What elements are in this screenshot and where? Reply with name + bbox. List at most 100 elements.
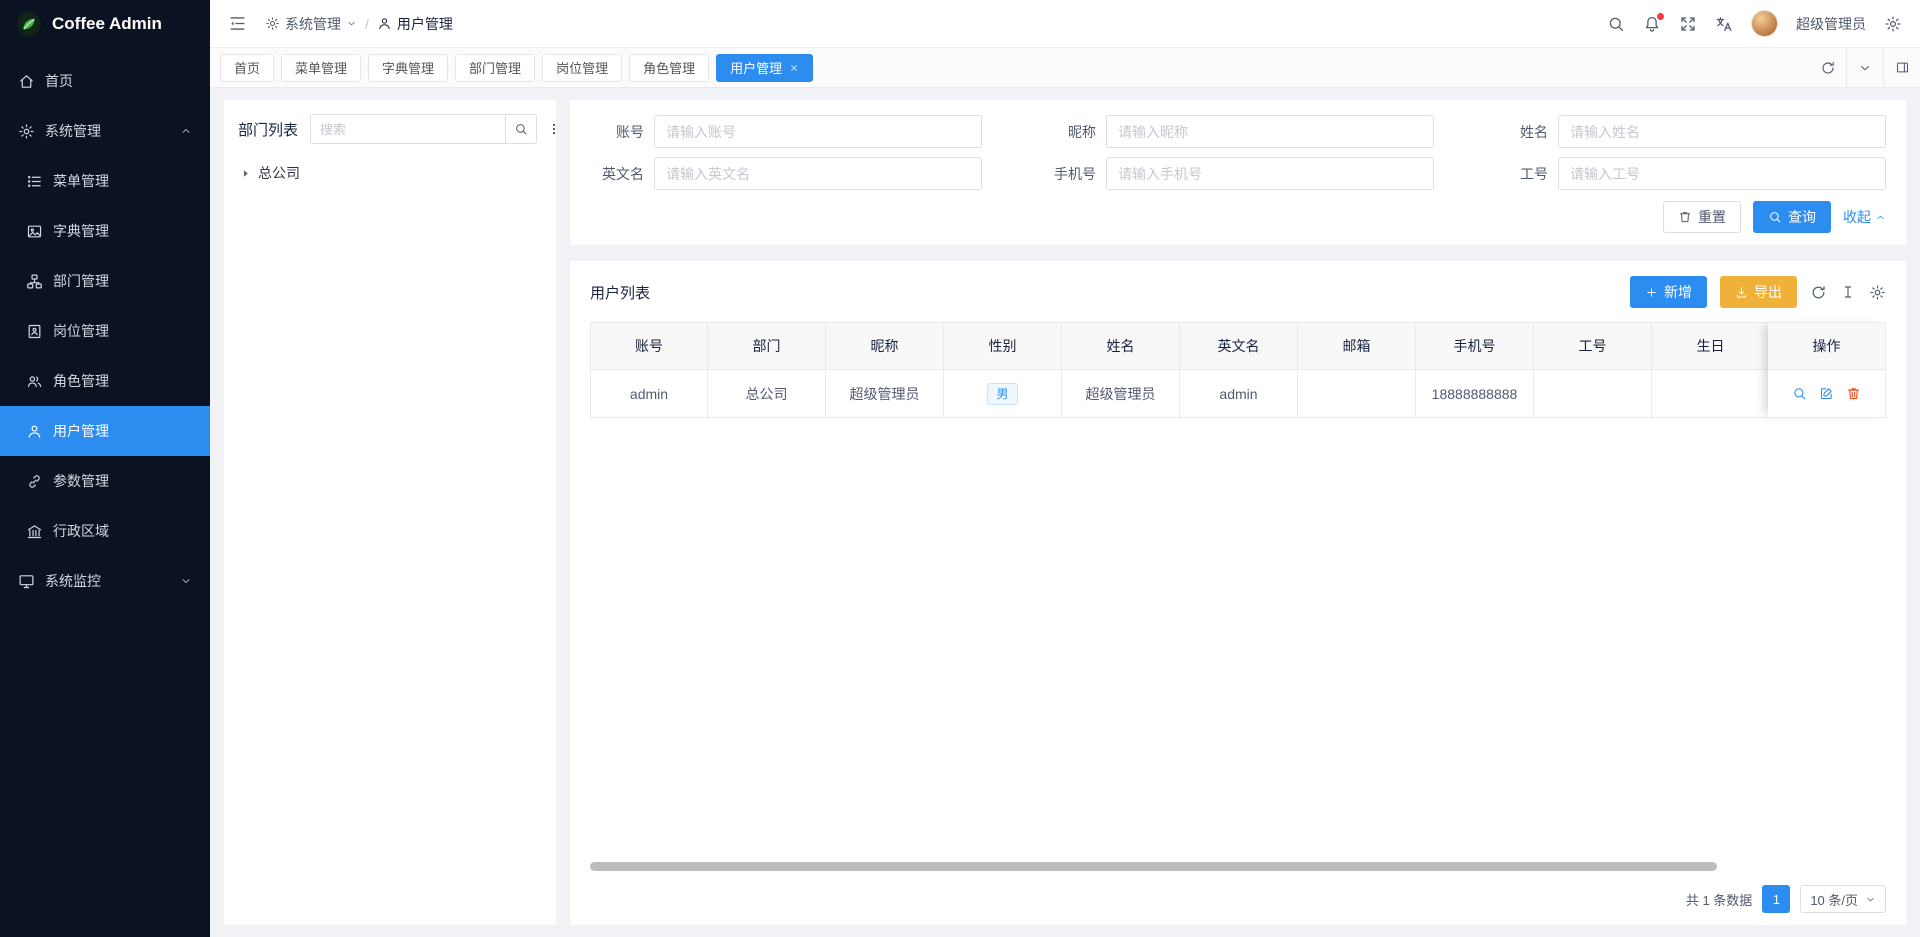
tab-label: 用户管理	[730, 58, 782, 77]
horizontal-scrollbar[interactable]	[590, 862, 1758, 871]
close-icon[interactable]	[789, 63, 799, 73]
page-size-select[interactable]: 10 条/页	[1800, 885, 1886, 913]
phone-input[interactable]	[1106, 157, 1434, 190]
reset-button[interactable]: 重置	[1663, 201, 1741, 233]
app-logo[interactable]: Coffee Admin	[0, 0, 210, 48]
cell-en-name: admin	[1180, 370, 1298, 418]
search-button[interactable]: 查询	[1753, 201, 1831, 233]
account-input[interactable]	[654, 115, 982, 148]
cell-name: 超级管理员	[1062, 370, 1180, 418]
user-avatar[interactable]	[1751, 10, 1778, 37]
sidebar-item-label: 角色管理	[53, 371, 109, 391]
breadcrumb: 系统管理 / 用户管理	[265, 14, 453, 34]
column-header: 工号	[1534, 322, 1652, 370]
filter-panel: 账号 昵称 姓名 英文名	[570, 100, 1906, 245]
table-header-row: 账号 部门 昵称 性别 姓名 英文名 邮箱 手机号 工号 生日	[590, 322, 1768, 370]
tree-node-head-office[interactable]: 总公司	[238, 158, 542, 188]
notification-dot	[1657, 13, 1664, 20]
collapse-filter-link[interactable]: 收起	[1843, 207, 1886, 227]
tab-dict-mgmt[interactable]: 字典管理	[368, 54, 448, 82]
view-user-icon[interactable]	[1792, 386, 1807, 401]
column-header: 性别	[944, 322, 1062, 370]
tab-label: 首页	[234, 58, 260, 77]
add-user-button[interactable]: 新增	[1630, 276, 1707, 308]
dept-more-icon[interactable]	[545, 119, 563, 139]
tab-menu-mgmt[interactable]: 菜单管理	[281, 54, 361, 82]
sidebar-item-label: 行政区域	[53, 521, 109, 541]
user-table-scroll-area[interactable]: 账号 部门 昵称 性别 姓名 英文名 邮箱 手机号 工号 生日	[590, 322, 1768, 418]
delete-user-icon[interactable]	[1846, 386, 1861, 401]
tab-post-mgmt[interactable]: 岗位管理	[542, 54, 622, 82]
refresh-table-icon[interactable]	[1810, 284, 1827, 301]
sidebar-item-monitor[interactable]: 系统监控	[0, 556, 210, 606]
sidebar-item-menu-mgmt[interactable]: 菜单管理	[0, 156, 210, 206]
fixed-action-column: 操作	[1768, 322, 1886, 418]
row-actions	[1768, 370, 1886, 418]
plus-icon	[1645, 286, 1658, 299]
id-badge-icon	[26, 323, 43, 340]
sidebar-submenu-system: 菜单管理 字典管理 部门管理 岗位管理 角色管理	[0, 156, 210, 556]
home-icon	[18, 73, 35, 90]
bank-icon	[26, 523, 43, 540]
settings-gear-icon[interactable]	[1884, 15, 1902, 33]
nickname-input[interactable]	[1106, 115, 1434, 148]
column-settings-icon[interactable]	[1840, 284, 1856, 300]
chevron-down-icon	[346, 18, 357, 29]
job-no-input[interactable]	[1558, 157, 1886, 190]
people-icon	[26, 373, 43, 390]
breadcrumb-system-mgmt[interactable]: 系统管理	[265, 14, 357, 34]
tab-label: 字典管理	[382, 58, 434, 77]
tab-dept-mgmt[interactable]: 部门管理	[455, 54, 535, 82]
download-icon	[1735, 286, 1748, 299]
scrollbar-thumb[interactable]	[590, 862, 1717, 871]
translate-icon[interactable]	[1715, 15, 1733, 33]
tab-home[interactable]: 首页	[220, 54, 274, 82]
dept-search-input[interactable]	[310, 114, 505, 144]
sidebar-item-user-mgmt[interactable]: 用户管理	[0, 406, 210, 456]
sidebar-item-system[interactable]: 系统管理	[0, 106, 210, 156]
caret-right-icon[interactable]	[240, 168, 251, 179]
tab-user-mgmt[interactable]: 用户管理	[716, 54, 813, 82]
en-name-input[interactable]	[654, 157, 982, 190]
breadcrumb-user-mgmt[interactable]: 用户管理	[377, 14, 453, 34]
sidebar-item-dict-mgmt[interactable]: 字典管理	[0, 206, 210, 256]
refresh-tabs-icon[interactable]	[1810, 48, 1846, 87]
collapse-sidebar-icon[interactable]	[228, 14, 247, 33]
fullscreen-icon[interactable]	[1679, 15, 1697, 33]
name-input[interactable]	[1558, 115, 1886, 148]
sidebar-item-label: 参数管理	[53, 471, 109, 491]
app-title: Coffee Admin	[52, 14, 162, 34]
field-label: 昵称	[1042, 122, 1106, 142]
add-button-label: 新增	[1664, 282, 1692, 302]
user-table: 账号 部门 昵称 性别 姓名 英文名 邮箱 手机号 工号 生日	[590, 322, 1886, 875]
edit-user-icon[interactable]	[1819, 386, 1834, 401]
fold-panel-icon[interactable]	[1884, 48, 1920, 87]
sidebar-item-post-mgmt[interactable]: 岗位管理	[0, 306, 210, 356]
sidebar-item-home[interactable]: 首页	[0, 56, 210, 106]
filter-field-en-name: 英文名	[590, 157, 982, 190]
department-search	[310, 114, 537, 144]
export-button[interactable]: 导出	[1720, 276, 1797, 308]
page-1-button[interactable]: 1	[1762, 885, 1790, 913]
column-header: 部门	[708, 322, 826, 370]
field-label: 账号	[590, 122, 654, 142]
person-icon	[26, 423, 43, 440]
tab-label: 部门管理	[469, 58, 521, 77]
user-list-panel: 用户列表 新增 导出	[570, 261, 1906, 925]
search-icon[interactable]	[1607, 15, 1625, 33]
filter-field-phone: 手机号	[1042, 157, 1434, 190]
tabs-dropdown-chevron-icon[interactable]	[1847, 48, 1883, 87]
main-area: 系统管理 / 用户管理	[210, 0, 1920, 937]
sidebar-item-dept-mgmt[interactable]: 部门管理	[0, 256, 210, 306]
tab-role-mgmt[interactable]: 角色管理	[629, 54, 709, 82]
notification-bell-icon[interactable]	[1643, 15, 1661, 33]
table-settings-gear-icon[interactable]	[1869, 284, 1886, 301]
sidebar-item-region-mgmt[interactable]: 行政区域	[0, 506, 210, 556]
dept-search-button[interactable]	[505, 114, 537, 144]
search-icon	[1768, 210, 1782, 224]
sidebar-item-role-mgmt[interactable]: 角色管理	[0, 356, 210, 406]
user-name[interactable]: 超级管理员	[1796, 14, 1866, 34]
tab-label: 菜单管理	[295, 58, 347, 77]
export-button-label: 导出	[1754, 282, 1782, 302]
sidebar-item-param-mgmt[interactable]: 参数管理	[0, 456, 210, 506]
